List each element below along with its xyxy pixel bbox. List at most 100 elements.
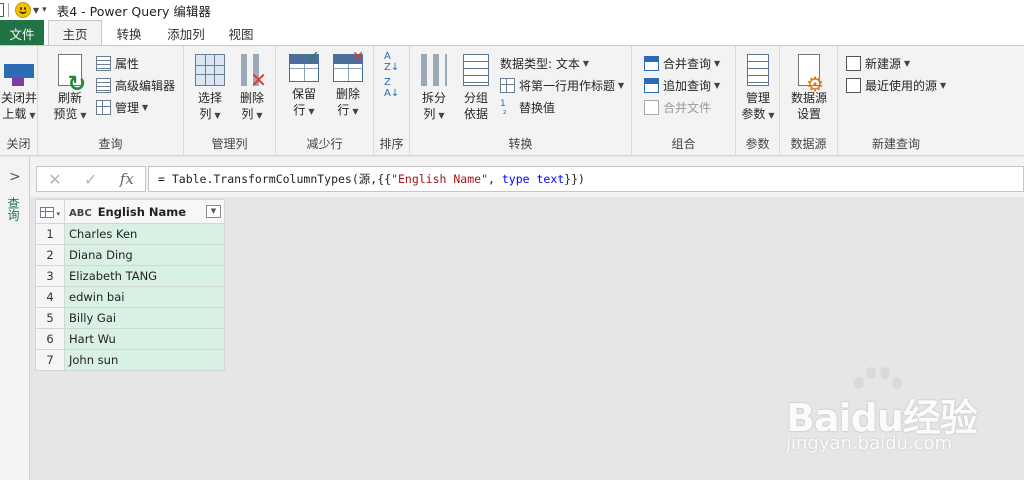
row-number[interactable]: 4	[35, 286, 65, 308]
queries-pane-label[interactable]: 查询	[5, 197, 22, 221]
fx-icon[interactable]: fx	[120, 170, 134, 188]
formula-input[interactable]: = Table.TransformColumnTypes(源,{{"Englis…	[148, 166, 1024, 192]
choose-columns-label-1: 选择	[197, 91, 222, 105]
cell-english-name[interactable]: Elizabeth TANG	[64, 265, 225, 287]
group-by-icon	[463, 54, 489, 86]
group-sort-label: 排序	[379, 137, 404, 151]
table-row[interactable]: 5 Billy Gai	[35, 307, 225, 329]
table-row[interactable]: 4 edwin bai	[35, 286, 225, 308]
merge-queries-label: 合并查询	[663, 56, 712, 71]
text-type-icon[interactable]: ABC	[69, 208, 92, 219]
use-first-row-headers-button[interactable]: 将第一行用作标题 ▼	[500, 75, 624, 95]
cell-english-name[interactable]: Hart Wu	[64, 328, 225, 350]
row-number[interactable]: 1	[35, 223, 65, 245]
column-header-label: English Name	[97, 204, 187, 219]
manage-parameters-button[interactable]: 管理 参数 ▼	[738, 54, 778, 124]
formula-bar: ✕ ✓ fx = Table.TransformColumnTypes(源,{{…	[30, 157, 1024, 197]
tab-transform[interactable]: 转换	[102, 20, 156, 46]
cell-english-name[interactable]: Charles Ken	[64, 223, 225, 245]
group-by-label-2: 依据	[463, 107, 488, 121]
table-row[interactable]: 7 John sun	[35, 349, 225, 371]
column-header-english-name[interactable]: ABC English Name ▼	[64, 199, 225, 224]
table-icon	[40, 206, 55, 218]
row-number[interactable]: 7	[35, 349, 65, 371]
sort-ascending-button[interactable]: A Z↓	[384, 51, 399, 73]
group-close: 关闭并 上载 ▼ 关闭	[0, 46, 38, 156]
column-filter-dropdown-icon[interactable]: ▼	[206, 205, 221, 218]
advanced-editor-icon	[96, 77, 111, 93]
smiley-feedback-icon[interactable]	[15, 2, 31, 18]
recent-sources-button[interactable]: 最近使用的源 ▼	[846, 75, 946, 95]
cell-english-name[interactable]: Billy Gai	[64, 307, 225, 329]
table-row[interactable]: 6 Hart Wu	[35, 328, 225, 350]
keep-rows-label-2: 行 ▼	[293, 103, 315, 117]
close-and-load-button[interactable]: 关闭并 上载 ▼	[0, 54, 38, 124]
cell-english-name[interactable]: Diana Ding	[64, 244, 225, 266]
remove-columns-button[interactable]: 删除 列▼	[234, 54, 270, 124]
tab-view[interactable]: 视图	[216, 20, 266, 46]
cancel-formula-icon[interactable]: ✕	[48, 170, 61, 189]
advanced-editor-button[interactable]: 高级编辑器	[96, 75, 175, 95]
remove-rows-button[interactable]: 删除 行▼	[330, 49, 366, 120]
excel-icon	[0, 3, 4, 17]
row-number[interactable]: 5	[35, 307, 65, 329]
group-by-button[interactable]: 分组 依据	[458, 54, 494, 122]
refresh-preview-button[interactable]: 刷新 预览▼	[50, 54, 90, 124]
split-column-button[interactable]: 拆分 列 ▼	[416, 54, 452, 124]
commit-formula-icon[interactable]: ✓	[84, 170, 97, 189]
append-queries-button[interactable]: 追加查询 ▼	[644, 75, 720, 95]
properties-icon	[96, 55, 111, 71]
cell-english-name[interactable]: John sun	[64, 349, 225, 371]
row-number[interactable]: 6	[35, 328, 65, 350]
replace-values-label: 替换值	[519, 100, 556, 115]
group-reduce-rows-label: 减少行	[306, 137, 343, 151]
remove-rows-label-1: 删除	[335, 87, 360, 101]
manage-button[interactable]: 管理 ▼	[96, 97, 148, 117]
table-row[interactable]: 3 Elizabeth TANG	[35, 265, 225, 287]
tab-home[interactable]: 主页	[48, 20, 102, 46]
merge-queries-button[interactable]: 合并查询 ▼	[644, 53, 720, 73]
formula-buttons: ✕ ✓ fx	[36, 166, 146, 192]
replace-values-button[interactable]: 1 ₂ 替换值	[500, 97, 555, 117]
close-load-label-2: 上载 ▼	[2, 107, 36, 121]
feedback-dropdown-icon[interactable]: ▼	[33, 6, 39, 15]
table-row[interactable]: 1 Charles Ken	[35, 223, 225, 245]
data-type-dropdown[interactable]: 数据类型: 文本 ▼	[500, 53, 589, 73]
close-load-label-1: 关闭并	[0, 91, 37, 105]
tab-add-column[interactable]: 添加列	[156, 20, 216, 46]
choose-columns-icon	[195, 54, 225, 86]
group-by-label-1: 分组	[463, 91, 488, 105]
new-source-button[interactable]: 新建源 ▼	[846, 53, 910, 73]
tab-file[interactable]: 文件	[0, 20, 44, 46]
properties-label: 属性	[115, 56, 140, 71]
manage-icon	[96, 99, 111, 115]
cell-english-name[interactable]: edwin bai	[64, 286, 225, 308]
keep-rows-button[interactable]: 保留 行▼	[286, 49, 322, 120]
new-source-icon	[846, 55, 861, 71]
table-corner-menu[interactable]: ▾	[35, 199, 65, 224]
merge-queries-icon	[644, 55, 659, 71]
split-column-label-1: 拆分	[421, 91, 446, 105]
group-new-query: 新建源 ▼ 最近使用的源 ▼ 新建查询	[838, 46, 954, 156]
table-row[interactable]: 2 Diana Ding	[35, 244, 225, 266]
group-combine: 合并查询 ▼ 追加查询 ▼ 合并文件 组合	[632, 46, 736, 156]
window-title: 表4 - Power Query 编辑器	[56, 3, 211, 19]
choose-columns-button[interactable]: 选择 列 ▼	[192, 54, 228, 124]
group-parameters: 管理 参数 ▼ 参数	[736, 46, 780, 156]
expand-queries-chevron-icon[interactable]: >	[9, 169, 21, 185]
manage-label: 管理	[115, 100, 140, 115]
properties-button[interactable]: 属性	[96, 53, 139, 73]
row-number[interactable]: 2	[35, 244, 65, 266]
sort-descending-button[interactable]: Z A↓	[384, 77, 399, 99]
split-column-icon	[421, 54, 447, 86]
close-load-icon	[4, 54, 34, 86]
combine-files-button[interactable]: 合并文件	[644, 97, 711, 117]
ribbon-tabs: 文件 主页 转换 添加列 视图	[0, 20, 1024, 46]
group-transform: 拆分 列 ▼ 分组 依据 数据类型: 文本 ▼ 将第一行用作标题 ▼ 1 ₂ 替换值 …	[410, 46, 632, 156]
data-type-label: 数据类型: 文本	[500, 56, 580, 71]
ribbon: 关闭并 上载▼ 关闭 刷新 预览▼ 属性 高级编辑器 管理▼ 查询 选择 列▼	[0, 45, 1024, 156]
data-source-settings-button[interactable]: 数据源 设置	[788, 54, 830, 122]
row-number[interactable]: 3	[35, 265, 65, 287]
quick-access-customize-icon[interactable]: ▾	[42, 5, 47, 15]
watermark-url: jingyan.baidu.com	[786, 433, 953, 454]
